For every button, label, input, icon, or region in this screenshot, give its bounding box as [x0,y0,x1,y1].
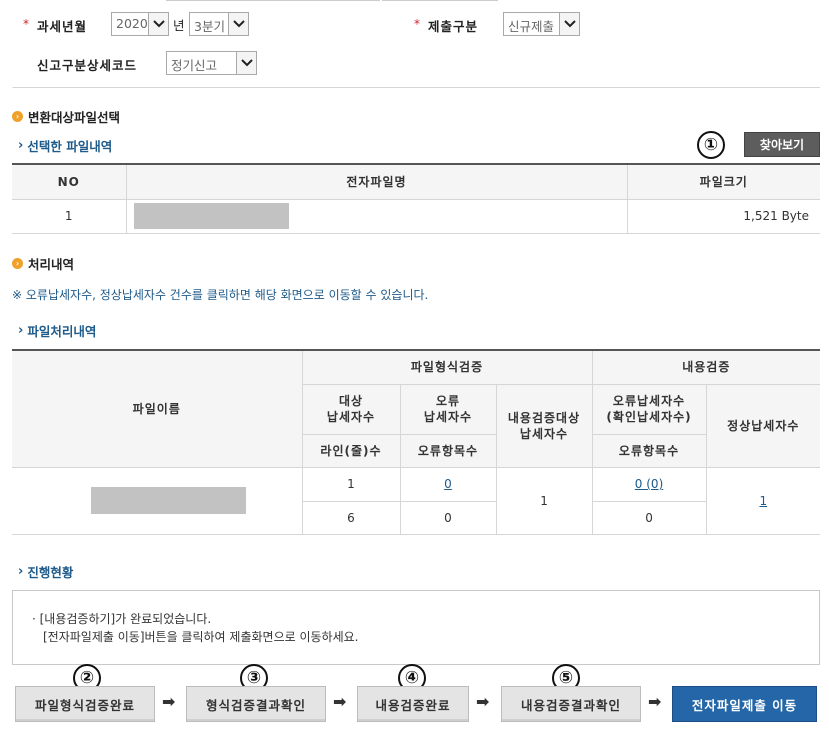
file-process-table: 파일이름 파일형식검증 내용검증 대상 납세자수 오류 납세자수 내용검증대상 … [12,349,821,535]
redacted-file-name [91,487,246,514]
col-target-taxpayers: 대상 납세자수 [301,384,400,435]
progress-heading: › 진행현황 [18,562,73,581]
report-detail-label: 신고구분상세코드 [37,58,138,73]
chevron-down-icon [236,52,256,74]
col-content-check: 내용검증 [591,350,821,385]
cell-error-taxpayers: 0 [399,467,496,502]
arrow-right-icon: ➡ [648,692,662,711]
required-mark: * [23,17,29,31]
cell-file-size: 1,521 Byte [626,199,820,234]
col-content-target: 내용검증대상 납세자수 [495,384,593,468]
browse-button[interactable]: 찾아보기 [744,132,820,157]
col-content-error-items: 오류항목수 [591,434,707,468]
file-process-title: 파일처리내역 [27,324,97,339]
report-detail-select-value: 정기신고 [171,58,218,73]
selected-file-heading: › 선택한 파일내역 [18,136,112,155]
report-detail-select[interactable]: 정기신고 [166,51,257,75]
submit-file-button[interactable]: 전자파일제출 이동 [672,686,817,722]
callout-3-label: ③ [246,668,262,688]
arrow-right-icon: ➡ [333,692,347,711]
year-suffix: 년 [173,18,185,33]
callout-2-label: ② [79,668,95,688]
chevron-down-icon [559,13,579,35]
cell-file-name [125,199,627,234]
file-select-heading: › 변환대상파일선택 [12,107,120,126]
required-mark: * [414,17,420,31]
content-error-link[interactable]: 0 (0) [635,477,663,491]
error-taxpayers-link[interactable]: 0 [444,477,452,491]
submit-type-select[interactable]: 신규제출 [503,12,580,36]
col-file-size: 파일크기 [626,164,820,200]
col-file-name: 파일이름 [12,350,302,468]
col-error-items: 오류항목수 [399,434,496,468]
file-process-heading: › 파일처리내역 [18,321,96,340]
callout-4-label: ④ [404,668,420,688]
quarter-select[interactable]: 3분기 [189,12,249,36]
year-select[interactable]: 2020 [111,12,169,36]
cell-no: 1 [12,199,126,234]
table-row: 1 1,521 Byte [12,199,820,234]
progress-message-2: [전자파일제출 이동]버튼을 클릭하여 제출화면으로 이동하세요. [43,630,359,644]
orange-bullet-icon: › [12,258,23,269]
submit-type-select-value: 신규제출 [508,19,555,34]
processing-heading: › 처리내역 [12,254,74,273]
callout-1: ① [697,131,725,159]
chevron-right-icon: › [18,138,24,153]
step-content-check-complete-button[interactable]: 내용검증완료 [357,686,469,722]
submit-type-label: 제출구분 [428,19,479,34]
chevron-down-icon [228,13,248,35]
processing-notice: ※ 오류납세자수, 정상납세자수 건수를 클릭하면 해당 화면으로 이동할 수 … [12,288,429,302]
cell-target-taxpayers: 1 [301,467,400,502]
cell-file-name [12,467,302,535]
year-select-value: 2020 [116,16,148,31]
progress-message-1: · [내용검증하기]가 완료되었습니다. [32,612,212,626]
step-content-result-button[interactable]: 내용검증결과확인 [501,686,641,722]
normal-taxpayers-link[interactable]: 1 [759,494,767,508]
processing-title: 처리내역 [28,257,75,272]
arrow-right-icon: ➡ [162,692,176,711]
callout-1-label: ① [703,135,719,155]
arrow-right-icon: ➡ [476,692,490,711]
step-format-check-complete-button[interactable]: 파일형식검증완료 [15,686,155,722]
table-row: 1 0 1 0 (0) 1 [12,467,821,535]
file-select-title: 변환대상파일선택 [28,110,121,125]
selected-file-table: NO 전자파일명 파일크기 1 1,521 Byte [12,163,820,234]
cell-error-items: 0 [399,501,496,535]
cell-content-target: 1 [495,467,593,535]
orange-bullet-icon: › [12,111,23,122]
selected-file-title: 선택한 파일내역 [27,139,113,154]
col-error-taxpayers: 오류 납세자수 [399,384,496,435]
step-format-result-button[interactable]: 형식검증결과확인 [186,686,326,722]
redacted-file-name [133,203,289,229]
tax-period-label: 과세년월 [37,19,88,34]
col-lines: 라인(줄)수 [301,434,400,468]
table-header-row: NO 전자파일명 파일크기 [12,164,820,200]
callout-5-label: ⑤ [558,668,574,688]
chevron-right-icon: › [18,564,24,579]
cell-lines: 6 [301,501,400,535]
cell-content-error: 0 (0) [591,467,707,502]
col-format-check: 파일형식검증 [301,350,593,385]
col-normal-taxpayers: 정상납세자수 [705,384,821,468]
col-no: NO [12,164,126,200]
chevron-down-icon [148,13,168,35]
col-file-name: 전자파일명 [125,164,627,200]
quarter-select-value: 3분기 [194,19,225,34]
table-header-row: 파일이름 파일형식검증 내용검증 [12,350,821,468]
progress-box: · [내용검증하기]가 완료되었습니다. [전자파일제출 이동]버튼을 클릭하여… [12,590,820,665]
col-content-error: 오류납세자수 (확인납세자수) [591,384,707,435]
cell-normal-taxpayers: 1 [705,467,821,535]
chevron-right-icon: › [18,323,24,338]
cell-content-error-items: 0 [591,501,707,535]
progress-title: 진행현황 [27,565,74,580]
